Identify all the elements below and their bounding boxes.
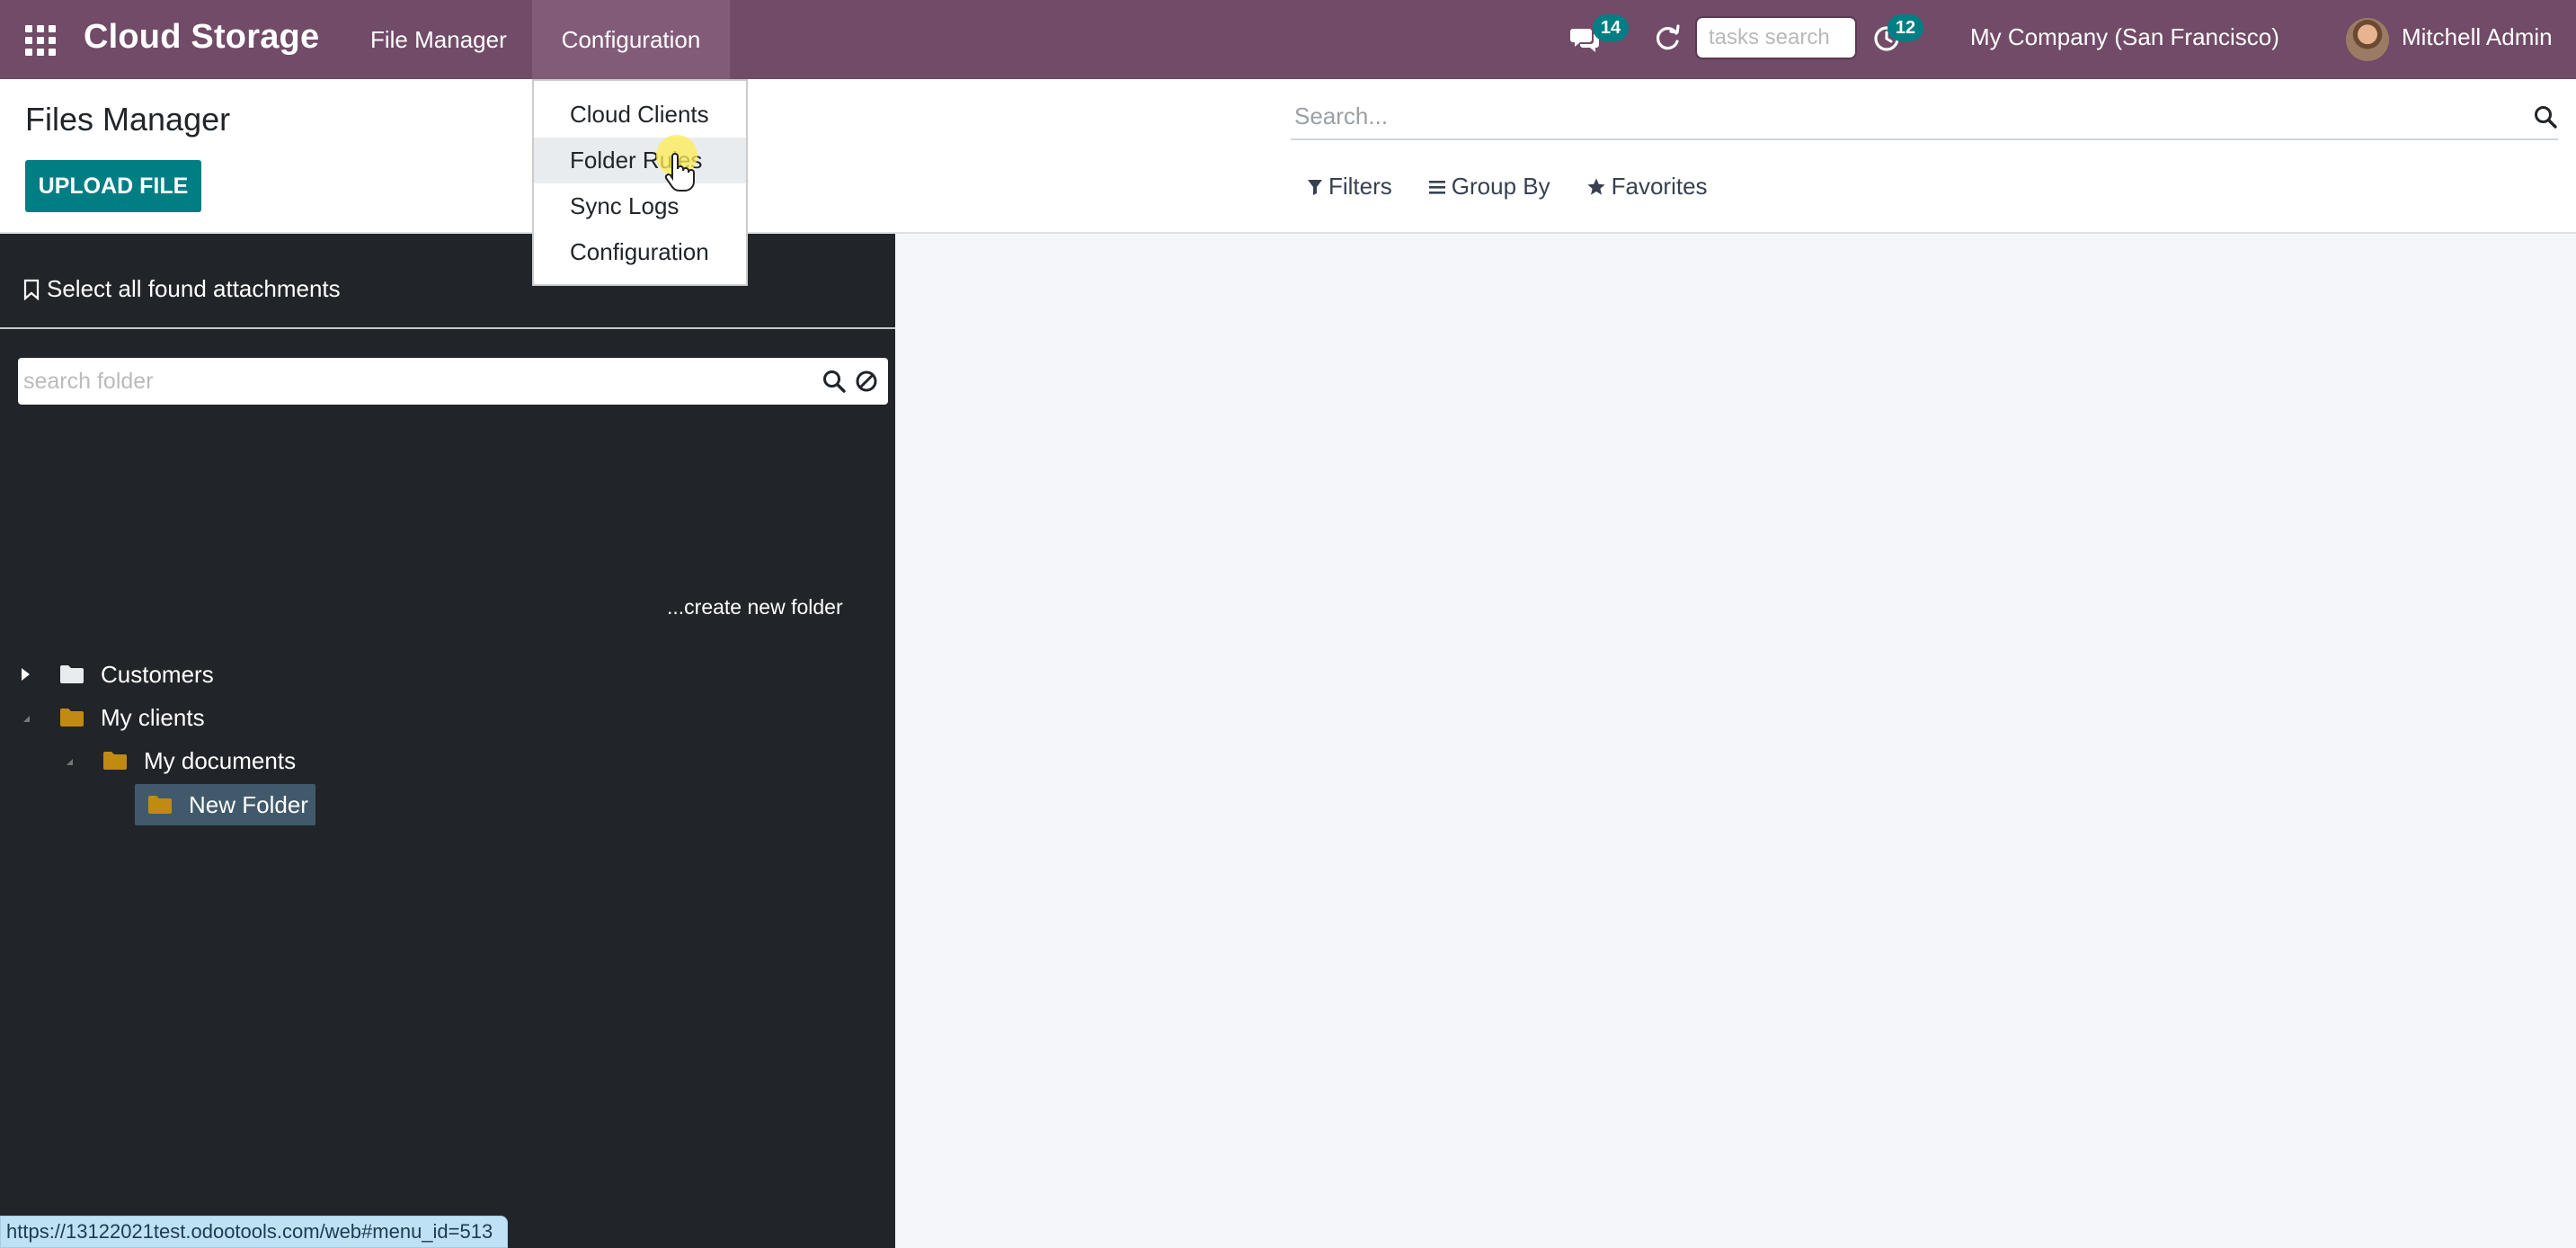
refresh-icon[interactable] <box>1652 23 1683 54</box>
menu-configuration[interactable]: Configuration <box>532 0 730 79</box>
caret-down-icon[interactable] <box>20 712 34 727</box>
dropdown-item-configuration[interactable]: Configuration <box>534 229 746 275</box>
folder-customers[interactable]: Customers <box>59 656 214 692</box>
folder-icon <box>60 709 84 727</box>
search-bar <box>1291 95 2558 140</box>
app-brand[interactable]: Cloud Storage <box>84 18 319 57</box>
star-icon <box>1587 178 1605 195</box>
control-panel: Files Manager UPLOAD FILE Filters Group … <box>0 79 2576 234</box>
upload-file-button[interactable]: UPLOAD FILE <box>25 160 201 212</box>
folder-my-documents[interactable]: My documents <box>102 743 296 779</box>
page-title: Files Manager <box>25 101 231 138</box>
search-icon[interactable] <box>822 369 847 394</box>
group-by-toggle[interactable]: Group By <box>1428 173 1550 201</box>
select-all-attachments[interactable]: Select all found attachments <box>23 275 341 303</box>
clear-ban-icon[interactable] <box>854 369 879 394</box>
folder-my-clients[interactable]: My clients <box>59 700 205 735</box>
dropdown-item-folder-rules[interactable]: Folder Rules <box>534 138 746 183</box>
hand-pointer-icon <box>664 153 695 192</box>
menu-file-manager[interactable]: File Manager <box>342 0 536 79</box>
attachments-content-area <box>895 234 2576 1248</box>
sidebar-divider <box>0 327 895 329</box>
user-menu[interactable]: Mitchell Admin <box>2402 23 2553 51</box>
user-avatar[interactable] <box>2346 18 2389 61</box>
folder-label: New Folder <box>189 790 308 818</box>
folder-label: My documents <box>144 746 297 774</box>
group-by-label: Group By <box>1451 173 1550 200</box>
tasks-search-input[interactable] <box>1695 16 1857 59</box>
top-navbar: Cloud Storage File Manager Configuration… <box>0 0 2576 79</box>
folder-search-input[interactable] <box>18 358 809 405</box>
status-url-tooltip: https://13122021test.odootools.com/web#m… <box>0 1216 509 1248</box>
activity-badge: 12 <box>1888 14 1923 41</box>
configuration-dropdown: Cloud Clients Folder Rules Sync Logs Con… <box>532 79 748 286</box>
folder-icon <box>60 665 84 683</box>
folder-icon <box>103 752 127 770</box>
folder-label: Customers <box>101 660 214 688</box>
folder-search <box>18 358 888 405</box>
favorites-label: Favorites <box>1611 173 1708 200</box>
caret-right-icon[interactable] <box>18 667 32 682</box>
folder-label: My clients <box>101 703 205 731</box>
select-all-label: Select all found attachments <box>47 275 341 302</box>
folder-icon <box>148 796 172 814</box>
filters-label: Filters <box>1328 173 1392 200</box>
bars-icon <box>1428 180 1445 194</box>
search-input[interactable] <box>1291 95 2558 137</box>
dropdown-item-sync-logs[interactable]: Sync Logs <box>534 183 746 229</box>
create-new-folder-link[interactable]: ...create new folder <box>667 595 843 620</box>
folder-new-folder[interactable]: New Folder <box>135 784 315 825</box>
filter-icon <box>1308 179 1322 195</box>
chat-badge: 14 <box>1593 14 1629 41</box>
apps-grid-icon[interactable] <box>25 25 56 56</box>
caret-down-icon[interactable] <box>63 755 77 770</box>
favorites-toggle[interactable]: Favorites <box>1586 173 1708 201</box>
filters-toggle[interactable]: Filters <box>1307 173 1392 201</box>
company-switcher[interactable]: My Company (San Francisco) <box>1970 23 2279 51</box>
folder-sidebar: Select all found attachments Customers M… <box>0 234 895 1248</box>
search-icon[interactable] <box>2533 104 2558 129</box>
dropdown-item-cloud-clients[interactable]: Cloud Clients <box>534 92 746 138</box>
bookmark-icon <box>23 279 40 300</box>
search-options: Filters Group By Favorites <box>1307 173 1708 201</box>
